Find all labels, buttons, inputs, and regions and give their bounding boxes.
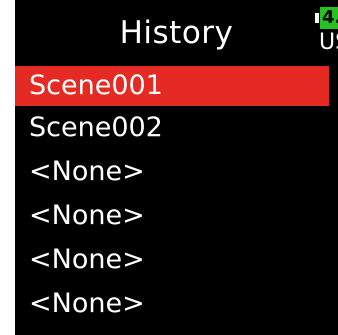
power-source-label: USB (319, 30, 338, 55)
history-item[interactable]: Scene002 (15, 106, 338, 150)
history-list: Scene001 Scene002 <None> <None> <None> <… (15, 66, 338, 326)
battery-level: 4.9 (320, 7, 338, 29)
battery-indicator: 4.9 USB (315, 7, 338, 63)
history-item[interactable]: <None> (15, 194, 338, 238)
history-item[interactable]: <None> (15, 238, 338, 282)
battery-icon (315, 13, 319, 23)
history-item-selected[interactable]: Scene001 (15, 66, 329, 106)
history-item[interactable]: <None> (15, 150, 338, 194)
device-screen: History 4.9 USB Scene001 Scene002 <None>… (15, 0, 338, 335)
history-item[interactable]: <None> (15, 282, 338, 326)
screen-title: History (119, 15, 234, 51)
